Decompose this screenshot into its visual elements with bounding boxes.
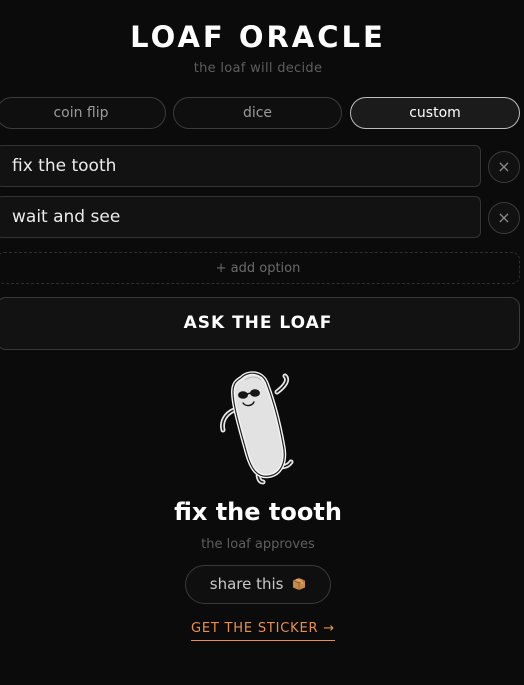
option-text: wait and see: [12, 207, 121, 227]
share-button[interactable]: share this: [185, 565, 331, 604]
add-option-button[interactable]: + add option: [0, 252, 520, 284]
share-label: share this: [209, 575, 284, 593]
get-sticker-link[interactable]: GET THE STICKER →: [191, 620, 335, 641]
tab-dice[interactable]: dice: [173, 97, 342, 129]
app-subtitle: the loaf will decide: [193, 61, 323, 76]
loaf-arm-left: [220, 407, 237, 433]
loaf-body: [230, 371, 287, 479]
option-input[interactable]: wait and see: [0, 196, 481, 238]
result-answer: fix the tooth: [174, 498, 342, 526]
tab-custom[interactable]: custom: [350, 97, 520, 129]
mode-tabs: coin flip dice custom: [0, 97, 524, 129]
package-box-icon: [293, 578, 306, 590]
loaf-mascot-icon: [220, 371, 294, 485]
option-text: fix the tooth: [12, 156, 117, 176]
result-verdict: the loaf approves: [201, 537, 315, 552]
remove-option-button[interactable]: ×: [488, 151, 520, 183]
close-icon: ×: [497, 157, 511, 176]
tab-coin-flip[interactable]: coin flip: [0, 97, 166, 129]
close-icon: ×: [497, 208, 511, 227]
app-title: LOAF ORACLE: [130, 20, 386, 54]
option-input[interactable]: fix the tooth: [0, 145, 481, 187]
loaf-arm-right: [274, 373, 290, 395]
remove-option-button[interactable]: ×: [488, 202, 520, 234]
ask-the-loaf-button[interactable]: ASK THE LOAF: [0, 297, 520, 350]
